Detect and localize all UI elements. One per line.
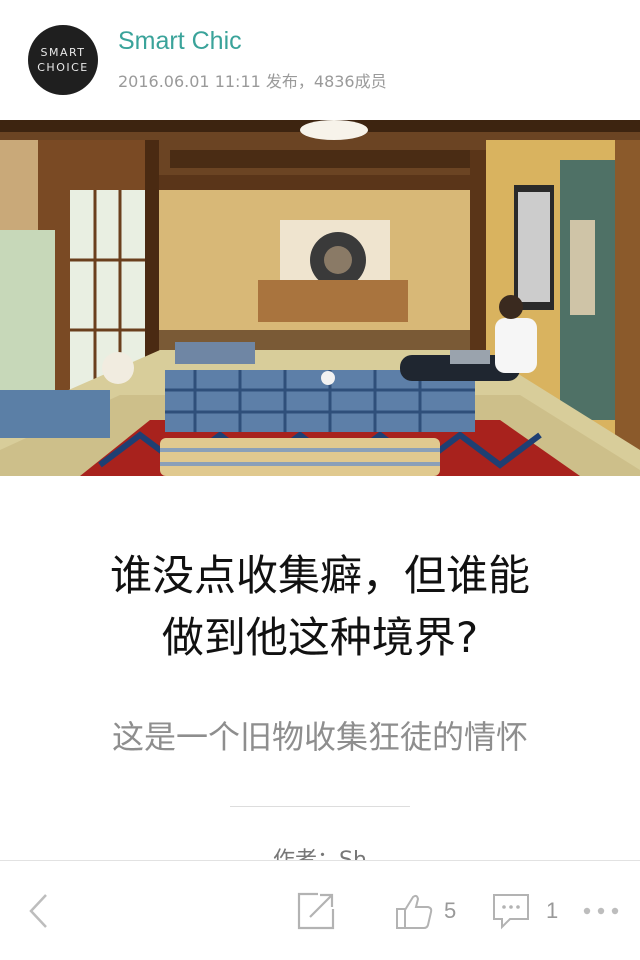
more-icon	[583, 907, 619, 915]
share-icon	[297, 892, 335, 930]
comment-button[interactable]: 1	[492, 861, 558, 960]
share-button[interactable]	[296, 861, 336, 960]
back-button[interactable]	[26, 861, 52, 960]
cover-image	[0, 120, 640, 476]
like-count: 5	[444, 898, 457, 923]
avatar-logo-line2: CHOICE	[37, 61, 89, 74]
author-line: 作者：Sh	[0, 846, 640, 860]
more-button[interactable]	[582, 861, 622, 960]
article-title: 谁没点收集癖，但谁能 做到他这种境界?	[30, 545, 610, 669]
article-header: SMART CHOICE Smart Chic 2016.06.01 11:11…	[0, 0, 640, 120]
comment-icon	[493, 894, 529, 930]
channel-name[interactable]: Smart Chic	[118, 27, 242, 56]
title-line-2: 做到他这种境界?	[161, 613, 479, 662]
title-line-1: 谁没点收集癖，但谁能	[109, 551, 530, 600]
channel-avatar[interactable]: SMART CHOICE	[28, 25, 98, 95]
comment-count: 1	[546, 898, 559, 923]
bottom-toolbar: 5 1	[0, 860, 640, 960]
divider	[230, 806, 410, 807]
like-button[interactable]: 5	[394, 861, 456, 960]
thumbs-up-icon	[396, 894, 433, 929]
publish-meta: 2016.06.01 11:11 发布，4836成员	[118, 72, 387, 91]
avatar-logo-line1: SMART	[40, 46, 86, 59]
back-icon	[29, 894, 47, 928]
article-subtitle: 这是一个旧物收集狂徒的情怀	[111, 718, 528, 756]
